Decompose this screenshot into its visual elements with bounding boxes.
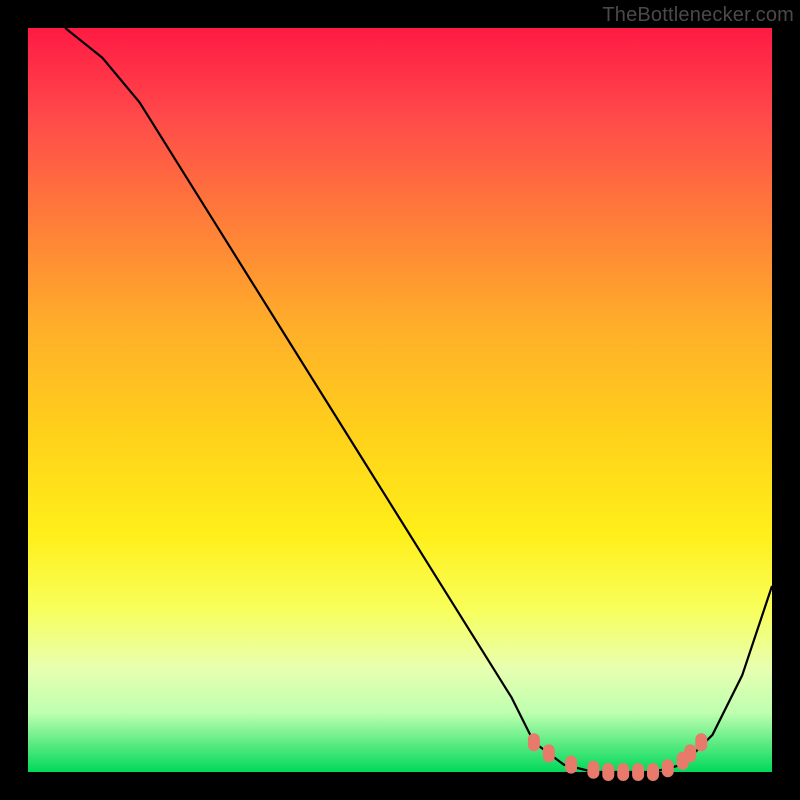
watermark-text: TheBottlenecker.com <box>602 4 794 27</box>
marker-dot <box>617 763 629 781</box>
marker-dot <box>528 733 540 751</box>
marker-dot <box>587 761 599 779</box>
bottleneck-curve-line <box>65 28 772 772</box>
chart-plot-area <box>28 28 772 772</box>
marker-dot <box>602 763 614 781</box>
marker-dot <box>543 744 555 762</box>
marker-dot <box>565 756 577 774</box>
marker-dot <box>632 763 644 781</box>
marker-dot <box>684 744 696 762</box>
marker-dot <box>695 733 707 751</box>
marker-dot <box>647 763 659 781</box>
chart-svg <box>28 28 772 772</box>
marker-dot <box>662 759 674 777</box>
